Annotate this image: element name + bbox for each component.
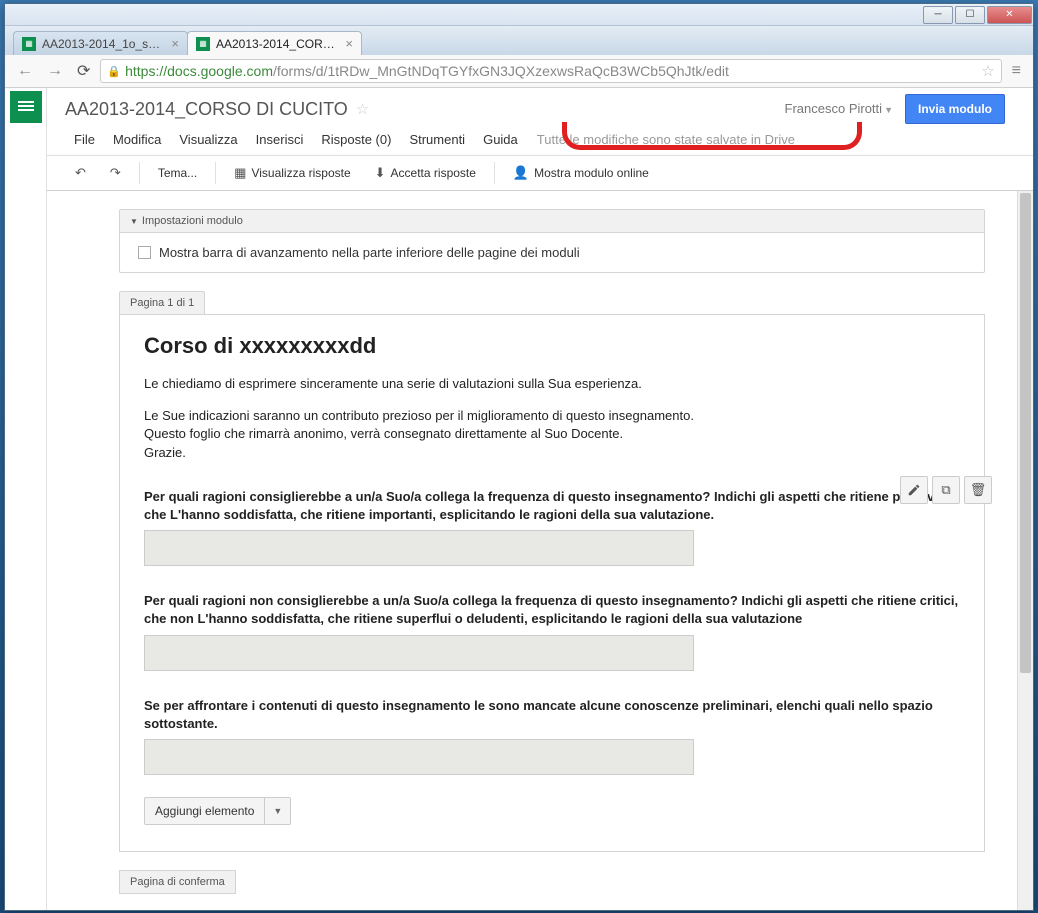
browser-tab-active[interactable]: ▦ AA2013-2014_CORSO DI C × (187, 31, 362, 55)
separator (139, 162, 140, 184)
url-protocol: https (125, 63, 155, 79)
menu-bar: File Modifica Visualizza Inserisci Rispo… (65, 128, 1005, 151)
doc-header: AA2013-2014_CORSO DI CUCITO ☆ Francesco … (47, 88, 1033, 151)
add-element-button[interactable]: Aggiungi elemento ▼ (144, 797, 291, 825)
redo-button[interactable]: ↷ (100, 160, 131, 186)
edit-button[interactable] (900, 476, 928, 504)
minimize-button[interactable]: ─ (923, 6, 953, 24)
undo-icon: ↶ (75, 165, 86, 181)
view-responses-button[interactable]: ▦Visualizza risposte (224, 160, 360, 186)
person-icon: 👤 (513, 165, 529, 181)
accept-responses-button[interactable]: ⬇Accetta risposte (365, 160, 486, 186)
window-titlebar[interactable]: ─ ☐ ✕ (5, 4, 1033, 26)
menu-strumenti[interactable]: Strumenti (400, 128, 474, 151)
show-online-button[interactable]: 👤Mostra modulo online (503, 160, 659, 186)
duplicate-button[interactable]: ⧉ (932, 476, 960, 504)
lock-icon: 🔒 (107, 65, 121, 78)
tab-label: AA2013-2014_CORSO DI C (216, 37, 339, 51)
browser-tab[interactable]: ▦ AA2013-2014_1o_sem_cor × (13, 31, 188, 55)
checkbox-label: Mostra barra di avanzamento nella parte … (159, 245, 580, 260)
toolbar: ↶ ↷ Tema... ▦Visualizza risposte ⬇Accett… (47, 155, 1033, 191)
close-button[interactable]: ✕ (987, 6, 1032, 24)
doc-title[interactable]: AA2013-2014_CORSO DI CUCITO (65, 99, 348, 120)
tab-close-icon[interactable]: × (171, 36, 179, 51)
tab-label: AA2013-2014_1o_sem_cor (42, 37, 165, 51)
browser-menu-icon[interactable]: ≡ (1008, 62, 1025, 80)
separator (494, 162, 495, 184)
tab-close-icon[interactable]: × (345, 36, 353, 51)
pencil-icon (907, 483, 921, 497)
question-block[interactable]: Se per affrontare i contenuti di questo … (144, 697, 960, 775)
undo-button[interactable]: ↶ (65, 160, 96, 186)
back-icon[interactable]: ← (13, 60, 37, 82)
settings-card: ▼Impostazioni modulo Mostra barra di ava… (119, 209, 985, 273)
question-label: Per quali ragioni non consiglierebbe a u… (144, 592, 960, 628)
trash-icon: 🗑 (970, 482, 987, 498)
form-description[interactable]: Le chiediamo di esprimere sinceramente u… (144, 375, 960, 393)
download-icon: ⬇ (375, 165, 386, 181)
answer-input[interactable] (144, 739, 694, 775)
forms-app: AA2013-2014_CORSO DI CUCITO ☆ Francesco … (5, 88, 1033, 910)
reload-icon[interactable]: ⟳ (73, 59, 94, 83)
checkbox-icon (138, 246, 151, 259)
answer-input[interactable] (144, 530, 694, 566)
menu-modifica[interactable]: Modifica (104, 128, 170, 151)
browser-window: ─ ☐ ✕ ▦ AA2013-2014_1o_sem_cor × ▦ AA201… (4, 3, 1034, 911)
maximize-button[interactable]: ☐ (955, 6, 985, 24)
answer-input[interactable] (144, 635, 694, 671)
user-menu[interactable]: Francesco Pirotti▼ (785, 100, 893, 118)
app-sidebar (5, 88, 47, 910)
question-label: Per quali ragioni consiglierebbe a un/a … (144, 488, 960, 524)
form-description[interactable]: Le Sue indicazioni saranno un contributo… (144, 407, 960, 462)
question-block[interactable]: ⧉ 🗑 Per quali ragioni consiglierebbe a u… (144, 488, 960, 566)
forward-icon[interactable]: → (43, 60, 67, 82)
browser-navbar: ← → ⟳ 🔒 https://docs.google.com/forms/d/… (5, 55, 1033, 88)
confirm-page-label: Pagina di conferma (119, 870, 236, 894)
redo-icon: ↷ (110, 165, 121, 181)
settings-header[interactable]: ▼Impostazioni modulo (120, 210, 984, 233)
question-label: Se per affrontare i contenuti di questo … (144, 697, 960, 733)
table-icon: ▦ (234, 165, 246, 181)
menu-guida[interactable]: Guida (474, 128, 527, 151)
sheets-icon: ▦ (196, 37, 210, 51)
send-form-button[interactable]: Invia modulo (905, 94, 1005, 124)
question-block[interactable]: Per quali ragioni non consiglierebbe a u… (144, 592, 960, 670)
chevron-down-icon[interactable]: ▼ (265, 800, 290, 822)
delete-button[interactable]: 🗑 (964, 476, 992, 504)
separator (215, 162, 216, 184)
menu-inserisci[interactable]: Inserisci (247, 128, 313, 151)
tab-bar: ▦ AA2013-2014_1o_sem_cor × ▦ AA2013-2014… (5, 26, 1033, 55)
scrollbar[interactable] (1017, 191, 1033, 910)
form-page-card[interactable]: Corso di xxxxxxxxxdd Le chiediamo di esp… (119, 314, 985, 852)
progress-bar-checkbox[interactable]: Mostra barra di avanzamento nella parte … (138, 245, 966, 260)
chevron-down-icon: ▼ (884, 105, 893, 115)
form-title[interactable]: Corso di xxxxxxxxxdd (144, 333, 960, 359)
sheets-icon: ▦ (22, 37, 36, 51)
forms-logo-icon[interactable] (10, 91, 42, 123)
chevron-down-icon: ▼ (130, 217, 138, 226)
question-tools: ⧉ 🗑 (900, 476, 992, 504)
content-area[interactable]: ▼Impostazioni modulo Mostra barra di ava… (47, 191, 1033, 910)
theme-button[interactable]: Tema... (148, 161, 207, 185)
menu-file[interactable]: File (65, 128, 104, 151)
copy-icon: ⧉ (941, 482, 950, 498)
user-name: Francesco Pirotti (785, 101, 883, 116)
star-icon[interactable]: ☆ (356, 100, 369, 118)
scrollbar-thumb[interactable] (1020, 193, 1031, 673)
menu-risposte[interactable]: Risposte (0) (312, 128, 400, 151)
add-element-label: Aggiungi elemento (145, 798, 265, 824)
url-path: /forms/d/1tRDw_MnGtNDqTGYfxGN3JQXzexwsRa… (273, 63, 729, 79)
url-host: ://docs.google.com (155, 63, 273, 79)
bookmark-icon[interactable]: ☆ (981, 62, 994, 80)
menu-visualizza[interactable]: Visualizza (170, 128, 246, 151)
address-bar[interactable]: 🔒 https://docs.google.com/forms/d/1tRDw_… (100, 59, 1001, 83)
save-status: Tutte le modifiche sono state salvate in… (527, 128, 795, 151)
page-indicator: Pagina 1 di 1 (119, 291, 205, 314)
